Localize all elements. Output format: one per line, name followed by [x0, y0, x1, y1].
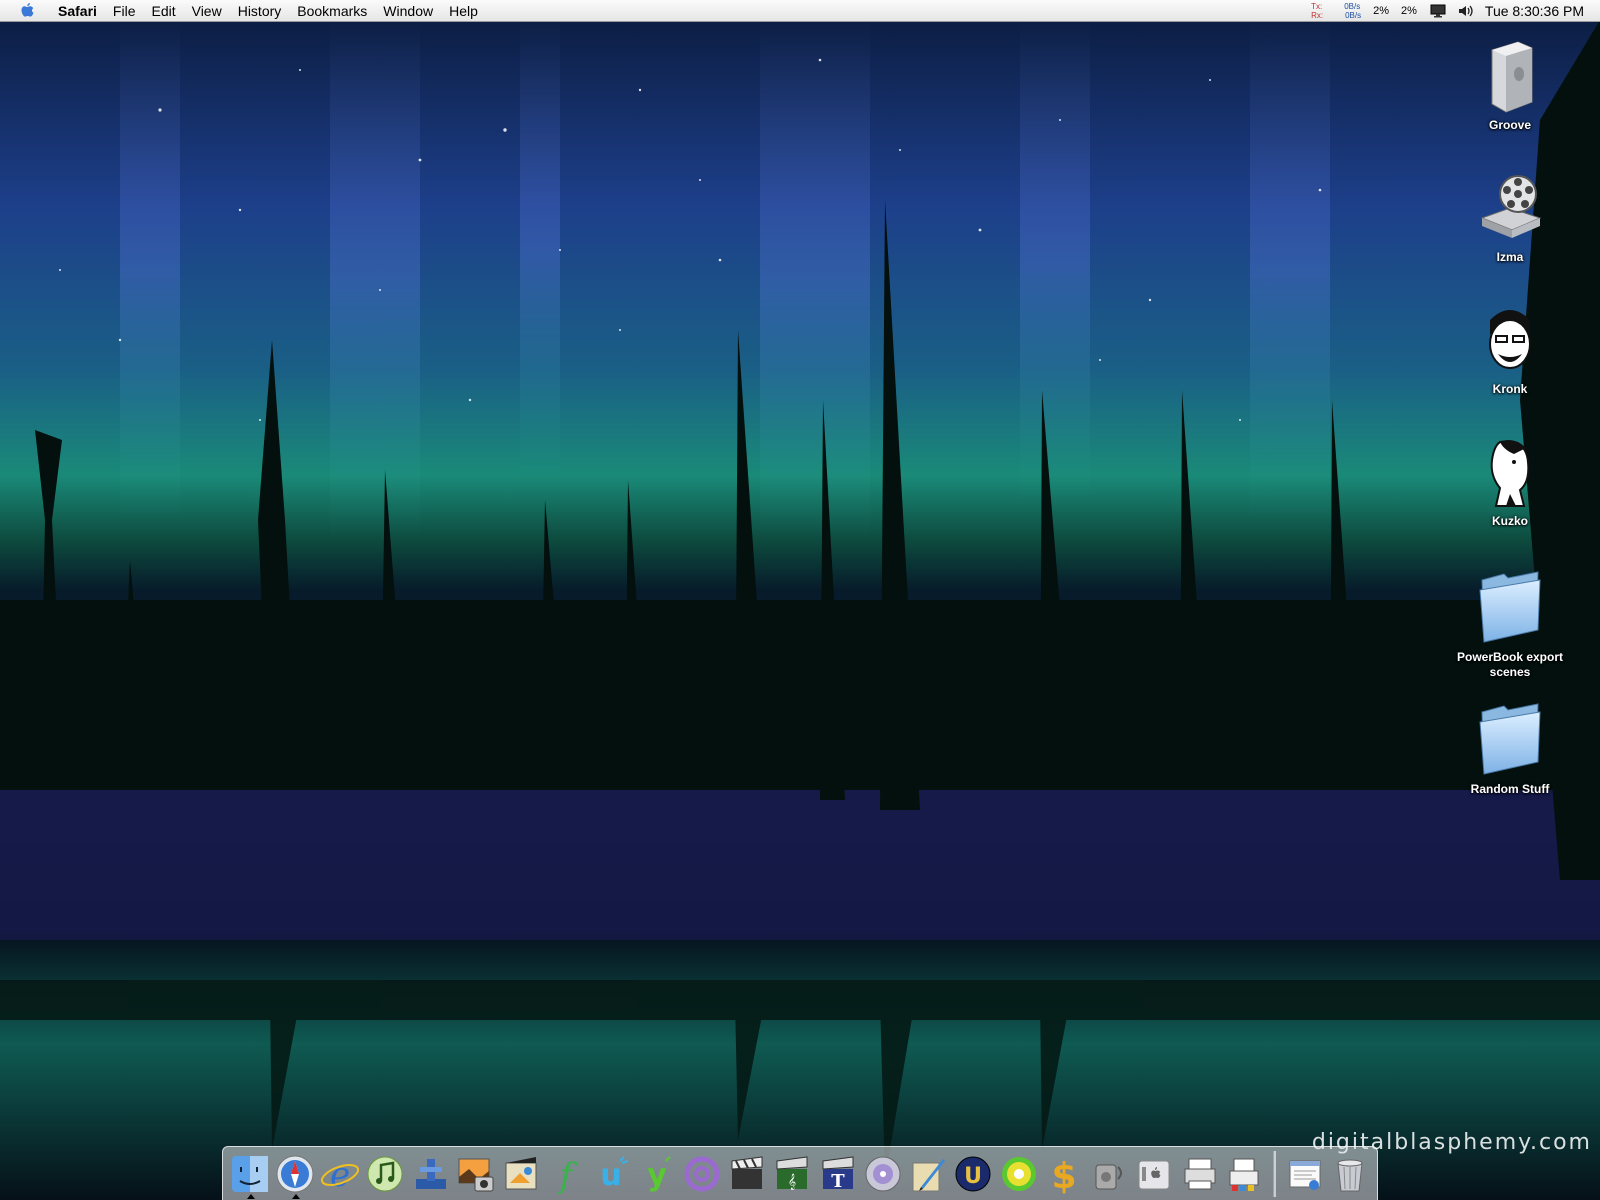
svg-text:$: $ [1051, 1156, 1076, 1195]
finder-icon[interactable] [228, 1150, 271, 1199]
desktop-icon-groove[interactable]: Groove [1440, 36, 1580, 133]
printer-icon[interactable] [1178, 1150, 1221, 1198]
menu-bookmarks[interactable]: Bookmarks [289, 0, 375, 22]
desktop-wallpaper [0, 0, 1600, 1200]
imovie-icon[interactable] [499, 1150, 542, 1198]
desktop-icon-label: Izma [1496, 250, 1524, 264]
menu-extras: Tx: 0B/s Rx: 0B/s 2% 2% Tue 8:30:36 PM [1311, 0, 1600, 22]
safari-icon[interactable] [273, 1150, 316, 1199]
network-monitor[interactable]: Tx: 0B/s Rx: 0B/s [1311, 2, 1361, 20]
menu-window[interactable]: Window [375, 0, 441, 22]
desktop-icon-label: PowerBook export scenes [1456, 650, 1564, 679]
folder-icon [1470, 700, 1550, 780]
messenger-icon[interactable]: y [635, 1150, 678, 1198]
tx-label: Tx: [1311, 2, 1323, 11]
svg-text:y: y [647, 1158, 667, 1193]
tx-value: 0B/s [1344, 2, 1361, 11]
menu-edit[interactable]: Edit [143, 0, 183, 22]
game-disc-icon[interactable] [997, 1150, 1040, 1198]
font-app-icon[interactable]: f [545, 1150, 588, 1198]
rx-value: 0B/s [1345, 11, 1362, 20]
typing-icon[interactable]: T [816, 1150, 859, 1198]
tower-computer-icon [1470, 36, 1550, 116]
menu-app-name[interactable]: Safari [50, 0, 105, 22]
desktop-icon-powerbook-export-scenes[interactable]: PowerBook export scenes [1440, 568, 1580, 680]
menu-bar: Safari File Edit View History Bookmarks … [0, 0, 1600, 22]
svg-text:f: f [557, 1156, 578, 1195]
music-clapper-icon[interactable]: 𝄞 [771, 1150, 814, 1198]
cpu-meter-2[interactable]: 2% [1401, 5, 1417, 17]
desktop-icon-kronk[interactable]: Kronk [1440, 300, 1580, 397]
display-icon[interactable] [1429, 2, 1447, 20]
iphoto-icon[interactable] [454, 1150, 497, 1198]
menu-clock[interactable]: Tue 8:30:36 PM [1485, 3, 1584, 19]
svg-text:T: T [831, 1171, 845, 1192]
menu-help[interactable]: Help [441, 0, 486, 22]
itunes-icon[interactable] [364, 1150, 407, 1198]
dvd-player-icon[interactable] [861, 1150, 904, 1198]
svg-text:u: u [601, 1158, 622, 1193]
dollar-icon[interactable]: $ [1042, 1150, 1085, 1198]
internet-explorer-icon[interactable]: e [318, 1150, 361, 1198]
ichat-icon[interactable]: u [590, 1150, 633, 1198]
running-indicator [292, 1193, 301, 1199]
xcode-icon[interactable] [409, 1150, 452, 1198]
desktop-icon-label: Groove [1488, 118, 1531, 132]
dock-separator [1273, 1150, 1277, 1197]
dock: e f u y 𝄞 T U $ [222, 1146, 1378, 1200]
video-clapper-icon[interactable] [726, 1150, 769, 1198]
recycling-tool-icon[interactable] [1087, 1150, 1130, 1198]
desktop-icon-label: Random Stuff [1470, 782, 1550, 796]
desktop-icon-label: Kronk [1492, 382, 1528, 396]
rx-label: Rx: [1311, 11, 1324, 20]
cartoon-face-icon [1470, 300, 1550, 380]
volume-icon[interactable] [1457, 2, 1475, 20]
pen-icon[interactable] [907, 1150, 950, 1198]
system-prefs-icon[interactable] [1133, 1150, 1176, 1198]
desktop-icon-label: Kuzko [1492, 514, 1528, 528]
svg-text:U: U [964, 1164, 982, 1189]
document-icon[interactable] [1283, 1150, 1326, 1198]
folder-icon [1470, 568, 1550, 648]
cartoon-profile-icon [1470, 432, 1550, 512]
running-indicator [247, 1193, 255, 1199]
svg-text:e: e [330, 1155, 350, 1195]
svg-text:𝄞: 𝄞 [788, 1174, 796, 1190]
film-reel-drive-icon [1470, 168, 1550, 248]
print-center-icon[interactable] [1223, 1150, 1266, 1198]
mail-icon[interactable] [680, 1150, 723, 1198]
cpu-meter-1[interactable]: 2% [1373, 5, 1389, 17]
menu-view[interactable]: View [184, 0, 230, 22]
desktop-icon-izma[interactable]: Izma [1440, 168, 1580, 265]
trash-icon[interactable] [1329, 1150, 1372, 1198]
desktop-icon-random-stuff[interactable]: Random Stuff [1440, 700, 1580, 797]
unreal-icon[interactable]: U [952, 1150, 995, 1198]
menu-file[interactable]: File [105, 0, 144, 22]
desktop-icon-kuzko[interactable]: Kuzko [1440, 432, 1580, 529]
menu-history[interactable]: History [230, 0, 290, 22]
apple-icon[interactable] [16, 0, 38, 22]
